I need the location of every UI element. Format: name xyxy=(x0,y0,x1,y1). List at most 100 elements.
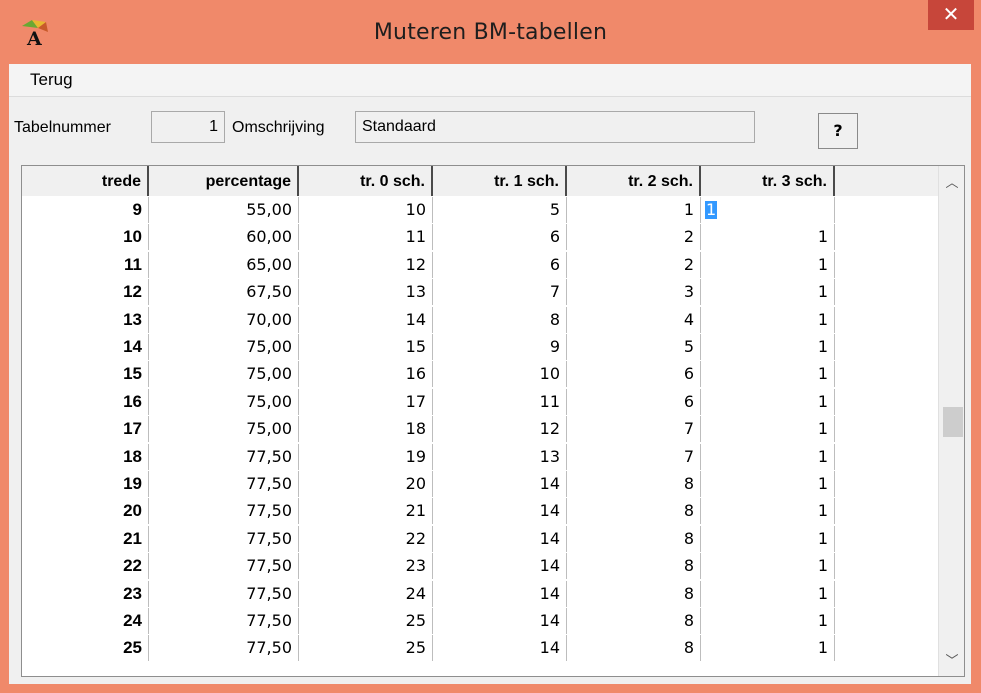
cell-percentage[interactable]: 77,50 xyxy=(149,580,299,607)
cell-percentage[interactable]: 77,50 xyxy=(149,525,299,552)
cell-tr2[interactable]: 2 xyxy=(567,251,701,278)
cell-tr2[interactable]: 8 xyxy=(567,608,701,634)
cell-tr2[interactable]: 1 xyxy=(567,197,701,223)
cell-tr3[interactable]: 1 xyxy=(701,361,835,388)
cell-tr0[interactable]: 13 xyxy=(299,279,433,306)
menu-item-terug[interactable]: Terug xyxy=(30,70,73,90)
cell-tr2[interactable]: 6 xyxy=(567,361,701,388)
column-header-tr0[interactable]: tr. 0 sch. xyxy=(299,166,433,196)
cell-tr0[interactable]: 21 xyxy=(299,498,433,525)
cell-tr0[interactable]: 12 xyxy=(299,251,433,278)
scroll-thumb[interactable] xyxy=(943,407,963,437)
table-row[interactable]: 19 77,50 20 14 8 1 xyxy=(22,471,938,497)
table-row[interactable]: 23 77,50 24 14 8 1 xyxy=(22,580,938,607)
cell-percentage[interactable]: 77,50 xyxy=(149,471,299,497)
cell-percentage[interactable]: 77,50 xyxy=(149,635,299,662)
cell-percentage[interactable]: 70,00 xyxy=(149,306,299,333)
cell-tr1[interactable]: 14 xyxy=(433,608,567,634)
cell-tr3[interactable]: 1 xyxy=(701,279,835,306)
cell-tr1[interactable]: 6 xyxy=(433,251,567,278)
cell-tr0[interactable]: 23 xyxy=(299,553,433,580)
cell-tr3[interactable]: 1 xyxy=(701,251,835,278)
bm-table[interactable]: trede percentage tr. 0 sch. tr. 1 sch. t… xyxy=(21,165,965,677)
help-button[interactable]: ? xyxy=(818,113,858,149)
table-row[interactable]: 15 75,00 16 10 6 1 xyxy=(22,361,938,388)
cell-tr3[interactable]: 1 xyxy=(701,388,835,415)
cell-tr1[interactable]: 12 xyxy=(433,416,567,443)
table-row[interactable]: 20 77,50 21 14 8 1 xyxy=(22,498,938,525)
column-header-percentage[interactable]: percentage xyxy=(149,166,299,196)
column-header-tr3[interactable]: tr. 3 sch. xyxy=(701,166,835,196)
cell-tr0[interactable]: 10 xyxy=(299,197,433,223)
cell-tr2[interactable]: 8 xyxy=(567,525,701,552)
cell-tr3[interactable]: 1 xyxy=(701,334,835,360)
cell-tr2[interactable]: 8 xyxy=(567,471,701,497)
cell-tr0[interactable]: 18 xyxy=(299,416,433,443)
cell-tr0[interactable]: 16 xyxy=(299,361,433,388)
cell-tr0[interactable]: 25 xyxy=(299,635,433,662)
cell-tr3[interactable]: 1 xyxy=(701,306,835,333)
cell-tr1[interactable]: 6 xyxy=(433,224,567,251)
cell-percentage[interactable]: 65,00 xyxy=(149,251,299,278)
table-row[interactable]: 24 77,50 25 14 8 1 xyxy=(22,608,938,634)
vertical-scrollbar[interactable]: ︿ ﹀ xyxy=(938,166,964,676)
column-header-tr2[interactable]: tr. 2 sch. xyxy=(567,166,701,196)
omschrijving-field[interactable]: Standaard xyxy=(355,111,755,143)
cell-tr1[interactable]: 10 xyxy=(433,361,567,388)
cell-tr0[interactable]: 14 xyxy=(299,306,433,333)
cell-percentage[interactable]: 75,00 xyxy=(149,361,299,388)
cell-percentage[interactable]: 77,50 xyxy=(149,498,299,525)
cell-tr1[interactable]: 13 xyxy=(433,443,567,470)
scroll-down-icon[interactable]: ﹀ xyxy=(939,650,964,669)
cell-tr2[interactable]: 8 xyxy=(567,553,701,580)
cell-tr0[interactable]: 19 xyxy=(299,443,433,470)
cell-tr2[interactable]: 3 xyxy=(567,279,701,306)
column-header-tr1[interactable]: tr. 1 sch. xyxy=(433,166,567,196)
table-row[interactable]: 9 55,00 10 5 1 1 xyxy=(22,197,938,223)
title-bar[interactable]: A Muteren BM-tabellen ✕ xyxy=(0,0,981,64)
cell-tr0[interactable]: 15 xyxy=(299,334,433,360)
table-row[interactable]: 14 75,00 15 9 5 1 xyxy=(22,334,938,360)
table-row[interactable]: 13 70,00 14 8 4 1 xyxy=(22,306,938,333)
cell-tr0[interactable]: 25 xyxy=(299,608,433,634)
table-row[interactable]: 22 77,50 23 14 8 1 xyxy=(22,553,938,580)
cell-percentage[interactable]: 60,00 xyxy=(149,224,299,251)
cell-tr2[interactable]: 2 xyxy=(567,224,701,251)
selected-cell-value[interactable]: 1 xyxy=(705,201,718,219)
cell-percentage[interactable]: 77,50 xyxy=(149,443,299,470)
cell-tr0[interactable]: 11 xyxy=(299,224,433,251)
cell-percentage[interactable]: 75,00 xyxy=(149,388,299,415)
cell-tr0[interactable]: 24 xyxy=(299,580,433,607)
table-row[interactable]: 21 77,50 22 14 8 1 xyxy=(22,525,938,552)
cell-tr3[interactable]: 1 xyxy=(701,416,835,443)
cell-tr0[interactable]: 22 xyxy=(299,525,433,552)
column-header-trede[interactable]: trede xyxy=(22,166,149,196)
tabelnummer-field[interactable]: 1 xyxy=(151,111,225,143)
cell-tr1[interactable]: 14 xyxy=(433,580,567,607)
cell-percentage[interactable]: 75,00 xyxy=(149,334,299,360)
cell-tr1[interactable]: 14 xyxy=(433,635,567,662)
cell-tr3[interactable]: 1 xyxy=(701,471,835,497)
cell-tr2[interactable]: 8 xyxy=(567,498,701,525)
cell-percentage[interactable]: 77,50 xyxy=(149,608,299,634)
cell-tr1[interactable]: 7 xyxy=(433,279,567,306)
cell-tr3[interactable]: 1 xyxy=(701,635,835,662)
cell-tr0[interactable]: 20 xyxy=(299,471,433,497)
scroll-up-icon[interactable]: ︿ xyxy=(939,172,964,191)
cell-tr1[interactable]: 14 xyxy=(433,471,567,497)
cell-tr2[interactable]: 6 xyxy=(567,388,701,415)
cell-tr3[interactable]: 1 xyxy=(701,608,835,634)
table-row[interactable]: 25 77,50 25 14 8 1 xyxy=(22,635,938,662)
cell-tr1[interactable]: 9 xyxy=(433,334,567,360)
table-row[interactable]: 17 75,00 18 12 7 1 xyxy=(22,416,938,443)
cell-tr2[interactable]: 7 xyxy=(567,416,701,443)
cell-tr3[interactable]: 1 xyxy=(701,498,835,525)
table-row[interactable]: 16 75,00 17 11 6 1 xyxy=(22,388,938,415)
cell-percentage[interactable]: 75,00 xyxy=(149,416,299,443)
cell-tr1[interactable]: 8 xyxy=(433,306,567,333)
cell-tr2[interactable]: 8 xyxy=(567,635,701,662)
table-row[interactable]: 12 67,50 13 7 3 1 xyxy=(22,279,938,306)
cell-percentage[interactable]: 55,00 xyxy=(149,197,299,223)
cell-percentage[interactable]: 77,50 xyxy=(149,553,299,580)
cell-tr2[interactable]: 5 xyxy=(567,334,701,360)
